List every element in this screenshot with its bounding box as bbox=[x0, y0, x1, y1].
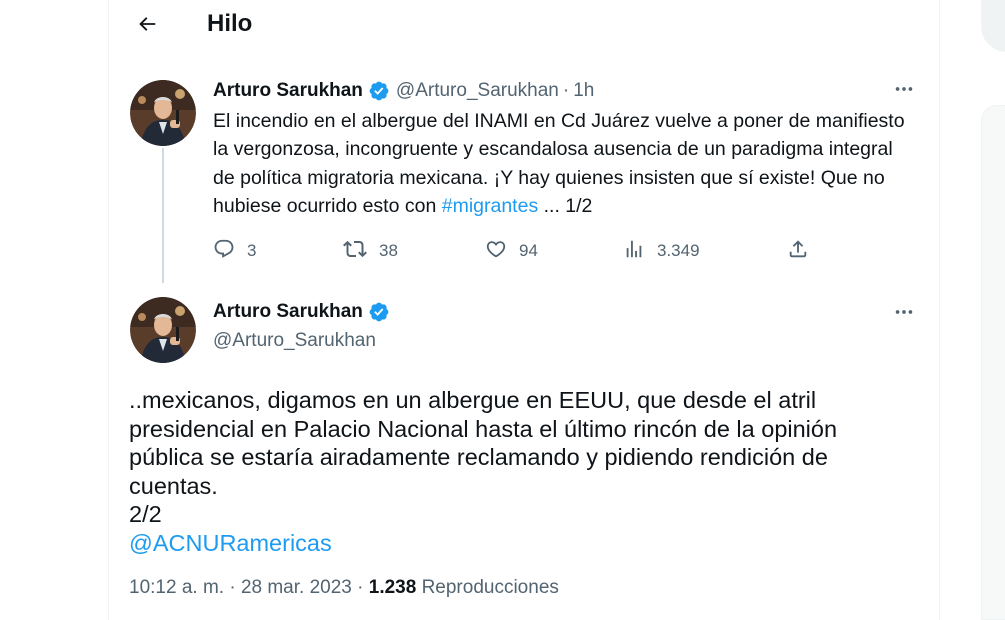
search-box-edge[interactable] bbox=[981, 0, 1005, 52]
tweet-1-author-row: Arturo Sarukhan @Arturo_Sarukhan · 1h bbox=[213, 80, 594, 102]
avatar[interactable] bbox=[130, 297, 196, 363]
tweet-2-line: 2/2 bbox=[129, 501, 162, 527]
verified-badge-icon bbox=[368, 301, 390, 323]
more-dots-icon bbox=[893, 301, 915, 328]
like-button[interactable]: 94 bbox=[485, 236, 538, 266]
left-gutter bbox=[0, 0, 108, 620]
views-label: Reproducciones bbox=[416, 577, 559, 598]
retweet-button[interactable]: 38 bbox=[343, 236, 398, 266]
share-button[interactable] bbox=[787, 236, 809, 266]
tweet-2-line: ..mexicanos, digamos en un albergue en E… bbox=[129, 387, 817, 413]
tweet-2-author-row: Arturo Sarukhan bbox=[213, 301, 396, 323]
verified-badge-icon bbox=[368, 80, 390, 102]
more-options-button[interactable] bbox=[887, 74, 921, 108]
heart-icon bbox=[485, 238, 507, 265]
reply-button[interactable]: 3 bbox=[213, 236, 256, 266]
retweet-count: 38 bbox=[379, 241, 398, 260]
more-dots-icon bbox=[893, 78, 915, 105]
tweet-time[interactable]: 1h bbox=[573, 80, 594, 102]
tweet-2-text: ..mexicanos, digamos en un albergue en E… bbox=[129, 386, 919, 557]
thread-header: Hilo bbox=[109, 0, 939, 52]
like-count: 94 bbox=[519, 241, 538, 260]
reply-icon bbox=[213, 238, 235, 265]
tweet-1-text-suffix: ... 1/2 bbox=[538, 195, 593, 218]
avatar[interactable] bbox=[130, 80, 196, 146]
views-chart-icon bbox=[623, 238, 645, 265]
page-title: Hilo bbox=[207, 10, 253, 37]
back-button[interactable] bbox=[129, 8, 165, 44]
views-count: 3.349 bbox=[657, 241, 700, 260]
tweet-1-actions: 3 38 94 3.349 bbox=[213, 236, 813, 266]
more-options-button[interactable] bbox=[887, 297, 921, 331]
thread-column: Hilo Arturo Sarukhan @Arturo_Sarukhan · … bbox=[108, 0, 940, 620]
mention-link[interactable]: @ACNURamericas bbox=[129, 529, 919, 558]
tweet-2-line: pública se estaría airadamente reclamand… bbox=[129, 444, 828, 470]
tweet-2-line: presidencial en Palacio Nacional hasta e… bbox=[129, 415, 838, 442]
tweet-2-line: cuentas. bbox=[129, 472, 218, 499]
tweet-1-text: El incendio en el albergue del INAMI en … bbox=[213, 107, 913, 221]
views-button[interactable]: 3.349 bbox=[623, 236, 700, 266]
reply-count: 3 bbox=[247, 241, 257, 260]
author-handle[interactable]: @Arturo_Sarukhan bbox=[396, 80, 559, 102]
tweet-timestamp[interactable]: 10:12 a. m. · 28 mar. 2023 · bbox=[129, 577, 369, 598]
share-icon bbox=[787, 238, 809, 265]
hashtag-link[interactable]: #migrantes bbox=[442, 195, 538, 217]
author-name[interactable]: Arturo Sarukhan bbox=[213, 301, 363, 323]
trends-panel-edge bbox=[981, 105, 1005, 620]
author-name[interactable]: Arturo Sarukhan bbox=[213, 80, 363, 102]
arrow-left-icon bbox=[136, 13, 158, 40]
separator-dot: · bbox=[562, 80, 570, 101]
right-sidebar bbox=[941, 0, 1005, 620]
tweet-2-meta: 10:12 a. m. · 28 mar. 2023 · 1.238 Repro… bbox=[129, 577, 559, 599]
views-total: 1.238 bbox=[368, 577, 417, 598]
retweet-icon bbox=[343, 237, 367, 266]
author-handle[interactable]: @Arturo_Sarukhan bbox=[213, 330, 376, 352]
thread-connector-line bbox=[162, 148, 164, 283]
